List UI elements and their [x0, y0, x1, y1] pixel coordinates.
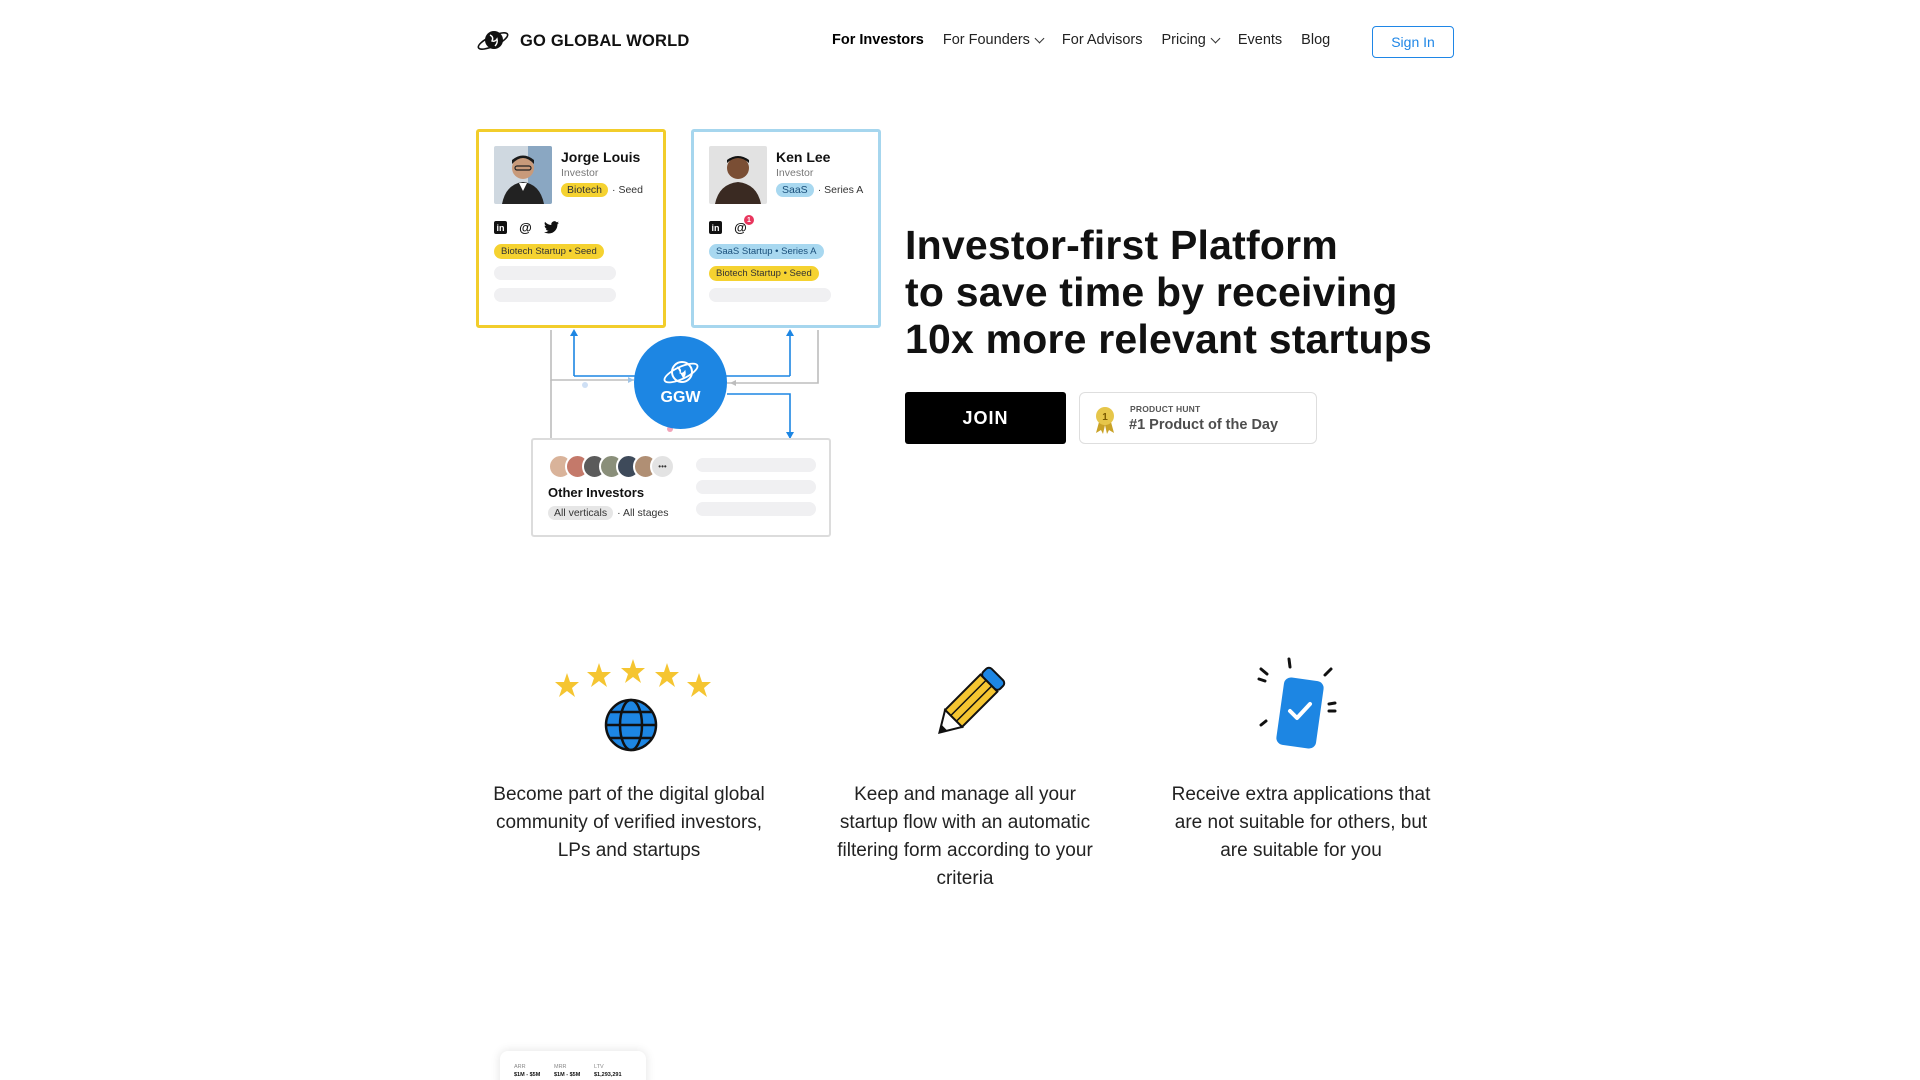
feature-extra-applications: Receive extra applications that are not … — [1148, 781, 1454, 865]
feature-community: Become part of the digital global commun… — [476, 781, 782, 865]
hero-title-line: to save time by receiving — [905, 269, 1398, 315]
metric-label: LTV — [594, 1064, 604, 1070]
metric-column: MRR $1M - $5M — [554, 1063, 580, 1079]
badge-text: #1 Product of the Day — [1129, 417, 1279, 433]
feature-line: LPs and startups — [557, 840, 701, 861]
metric-label: ARR — [514, 1064, 526, 1070]
product-hunt-badge[interactable]: 1 PRODUCT HUNT #1 Product of the Day — [1079, 392, 1317, 444]
feature-line: Become part of the digital global — [493, 784, 765, 805]
diagram-connectors — [550, 329, 819, 440]
avatar-stack: ••• — [548, 454, 675, 479]
social-links: in @ — [494, 220, 559, 235]
hero-title-line: 10x more relevant startups — [905, 316, 1433, 362]
placeholder-bar — [696, 480, 816, 494]
placeholder-bar — [696, 502, 816, 516]
phone-check-icon — [1257, 657, 1337, 749]
twitter-icon[interactable] — [544, 221, 559, 234]
placeholder-bar — [709, 288, 831, 302]
vertical-tag: All verticals — [548, 506, 614, 520]
social-links: in @1 — [709, 215, 754, 235]
investor-role: Investor — [776, 167, 814, 179]
feature-line: community of verified investors, — [495, 812, 763, 833]
feature-line: are not suitable for others, but — [1174, 812, 1428, 833]
avatar — [494, 146, 552, 204]
investor-tags: Biotech · Seed — [561, 183, 643, 197]
investor-card-jorge[interactable]: Jorge Louis Investor Biotech · Seed in @… — [476, 129, 666, 328]
linkedin-icon[interactable]: in — [494, 221, 507, 234]
feature-line: criteria — [936, 868, 994, 889]
investor-role: Investor — [561, 167, 599, 179]
vertical-tag: Biotech — [561, 183, 609, 197]
deal-tag: SaaS Startup • Series A — [709, 244, 824, 259]
globe-icon — [663, 360, 698, 383]
stage-tag: · All stages — [617, 507, 669, 519]
hub-label: GGW — [660, 388, 701, 406]
group-name: Other Investors — [548, 485, 645, 500]
deal-tag: Biotech Startup • Seed — [494, 244, 604, 259]
stage-tag: · Series A — [817, 184, 864, 196]
feature-line: startup flow with an automatic — [839, 812, 1091, 833]
feature-line: Keep and manage all your — [854, 784, 1076, 805]
feature-line: are suitable for you — [1220, 840, 1382, 861]
other-investors-card[interactable]: ••• Other Investors All verticals · All … — [531, 438, 831, 537]
hero-title: Investor-first Platform to save time by … — [905, 222, 1432, 363]
pencil-icon — [938, 666, 1006, 734]
placeholder-bar — [494, 288, 616, 302]
investor-card-ken[interactable]: Ken Lee Investor SaaS · Series A in @1 S… — [691, 129, 881, 328]
metric-label: MRR — [554, 1064, 567, 1070]
join-button[interactable]: JOIN — [905, 392, 1066, 444]
stars-globe-icon — [555, 659, 711, 752]
vertical-tag: SaaS — [776, 183, 814, 197]
investor-name: Jorge Louis — [561, 149, 641, 165]
avatar — [709, 146, 767, 204]
ggw-hub: GGW — [634, 336, 727, 429]
metric-value: $1M - $5M — [514, 1072, 541, 1078]
feature-line: filtering form according to your — [837, 840, 1093, 861]
group-tags: All verticals · All stages — [548, 506, 668, 520]
feature-startup-flow: Keep and manage all your startup flow wi… — [812, 781, 1118, 893]
notification-badge: 1 — [744, 215, 754, 225]
placeholder-bar — [696, 458, 816, 472]
placeholder-bar — [494, 266, 616, 280]
feature-line: Receive extra applications that — [1171, 784, 1431, 805]
metric-value: $1M - $5M — [554, 1072, 581, 1078]
email-icon[interactable]: @ — [518, 220, 533, 235]
metric-column: LTV $1,293,291 — [594, 1063, 622, 1079]
badge-kicker: PRODUCT HUNT — [1130, 404, 1201, 414]
deal-tag: Biotech Startup • Seed — [709, 266, 819, 281]
hero-title-line: Investor-first Platform — [905, 222, 1338, 268]
medal-rank: 1 — [1102, 412, 1108, 423]
stage-tag: · Seed — [612, 184, 643, 196]
investor-tags: SaaS · Series A — [776, 183, 863, 197]
metric-column: ARR $1M - $5M — [514, 1063, 540, 1079]
more-avatars-icon: ••• — [650, 454, 675, 479]
linkedin-icon[interactable]: in — [709, 221, 722, 234]
medal-icon: 1 — [1096, 407, 1114, 434]
investor-name: Ken Lee — [776, 149, 831, 165]
metrics-preview-card: ARR $1M - $5M MRR $1M - $5M LTV $1,293,291 — [500, 1051, 646, 1080]
metric-value: $1,293,291 — [594, 1072, 622, 1078]
email-icon[interactable]: @1 — [733, 215, 754, 235]
